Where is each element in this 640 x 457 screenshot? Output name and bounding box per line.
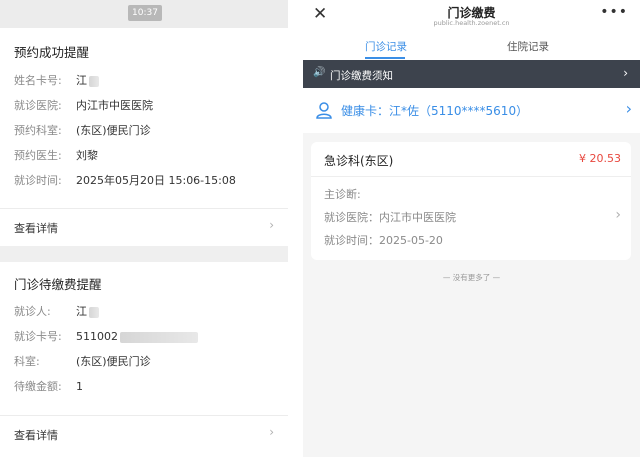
health-card-row[interactable]: 健康卡：江*佐（5110****5610） › bbox=[303, 88, 640, 133]
department-name: 急诊科(东区) bbox=[324, 154, 394, 168]
row-value: (东区)便民门诊 bbox=[76, 124, 151, 137]
tab-outpatient-records[interactable]: 门诊记录 bbox=[365, 39, 407, 54]
no-more-text: — 没有更多了 — bbox=[442, 273, 501, 282]
row-value: (东区)便民门诊 bbox=[76, 355, 151, 368]
page-url: public.health.zoenet.cn bbox=[433, 19, 510, 27]
payment-record-card[interactable]: 急诊科(东区) ¥ 20.53 主诊断: 就诊医院：内江市中医医院 就诊时间：2… bbox=[311, 142, 631, 260]
title-bar: ✕ 门诊缴费 public.health.zoenet.cn ••• bbox=[303, 0, 640, 30]
active-tab-indicator bbox=[365, 57, 405, 59]
chevron-right-icon: › bbox=[625, 99, 632, 118]
outpatient-payment-page: ✕ 门诊缴费 public.health.zoenet.cn ••• 门诊记录 … bbox=[303, 0, 640, 457]
appointment-success-card: 预约成功提醒 姓名卡号: 江 就诊医院: 内江市中医医院 预约科室: (东区)便民门诊… bbox=[0, 28, 288, 246]
info-row: 姓名卡号: 江 bbox=[14, 73, 99, 89]
row-label: 预约医生: bbox=[14, 149, 62, 162]
divider bbox=[0, 415, 288, 416]
status-bar: 10:37 bbox=[0, 0, 288, 28]
row-value: 511002 bbox=[76, 330, 118, 343]
more-icon[interactable]: ••• bbox=[600, 4, 628, 20]
row-value: 江 bbox=[76, 74, 87, 87]
row-label: 科室: bbox=[14, 355, 40, 368]
divider bbox=[311, 176, 631, 177]
info-row: 就诊医院: 内江市中医医院 bbox=[14, 98, 153, 114]
message-list-panel: 10:37 预约成功提醒 姓名卡号: 江 就诊医院: 内江市中医医院 预约科室: (东… bbox=[0, 0, 288, 457]
view-details-link[interactable]: 查看详情 bbox=[14, 427, 58, 443]
chevron-right-icon[interactable]: › bbox=[269, 218, 274, 232]
row-label: 待缴金额: bbox=[14, 380, 62, 393]
row-value: 内江市中医医院 bbox=[76, 99, 153, 112]
record-tabs: 门诊记录 住院记录 bbox=[303, 30, 640, 60]
info-row: 就诊卡号: 511002 bbox=[14, 329, 198, 345]
chevron-right-icon[interactable]: › bbox=[269, 425, 274, 439]
view-details-link[interactable]: 查看详情 bbox=[14, 220, 58, 236]
card-title: 预约成功提醒 bbox=[14, 45, 90, 60]
row-value: 2025年05月20日 15:06-15:08 bbox=[76, 174, 236, 187]
chevron-right-icon: › bbox=[615, 207, 621, 223]
speaker-icon: 🔊 bbox=[313, 67, 326, 78]
info-row: 预约医生: 刘黎 bbox=[14, 148, 98, 164]
info-row: 就诊时间: 2025年05月20日 15:06-15:08 bbox=[14, 173, 236, 189]
diagnosis: 主诊断: bbox=[324, 188, 361, 201]
info-row: 待缴金额: 1 bbox=[14, 379, 83, 395]
info-row: 就诊人: 江 bbox=[14, 304, 99, 320]
row-label: 预约科室: bbox=[14, 124, 62, 137]
redacted-blur bbox=[120, 331, 198, 343]
row-value: 江 bbox=[76, 305, 87, 318]
row-label: 就诊人: bbox=[14, 305, 51, 318]
redacted-blur bbox=[89, 75, 99, 87]
amount: ¥ 20.53 bbox=[579, 152, 621, 165]
hospital: 就诊医院：内江市中医医院 bbox=[324, 211, 456, 224]
row-label: 就诊医院: bbox=[14, 99, 62, 112]
divider bbox=[0, 208, 288, 209]
row-label: 就诊卡号: bbox=[14, 330, 62, 343]
row-value: 1 bbox=[76, 380, 83, 393]
notice-text: 门诊缴费须知 bbox=[330, 70, 393, 82]
tab-inpatient-records[interactable]: 住院记录 bbox=[507, 39, 549, 54]
status-time: 10:37 bbox=[128, 5, 162, 21]
chevron-right-icon: › bbox=[623, 66, 628, 80]
row-label: 就诊时间: bbox=[14, 174, 62, 187]
redacted-blur bbox=[89, 306, 99, 318]
info-row: 预约科室: (东区)便民门诊 bbox=[14, 123, 151, 139]
payment-notice-bar[interactable]: 🔊 门诊缴费须知 › bbox=[303, 60, 640, 88]
info-row: 科室: (东区)便民门诊 bbox=[14, 354, 151, 370]
row-value: 刘黎 bbox=[76, 149, 98, 162]
pending-payment-card: 门诊待缴费提醒 就诊人: 江 就诊卡号: 511002 科室: (东区)便民门诊 待缴… bbox=[0, 262, 288, 457]
card-title: 门诊待缴费提醒 bbox=[14, 277, 102, 292]
row-label: 姓名卡号: bbox=[14, 74, 62, 87]
visit-time: 就诊时间：2025-05-20 bbox=[324, 234, 443, 247]
user-icon bbox=[316, 102, 332, 119]
health-card-text: 健康卡：江*佐（5110****5610） bbox=[341, 104, 529, 118]
